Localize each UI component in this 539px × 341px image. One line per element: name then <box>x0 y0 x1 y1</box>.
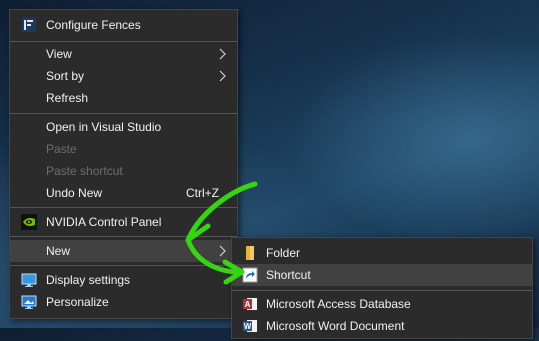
menu-label: View <box>46 47 72 61</box>
desktop-context-menu: Configure Fences View Sort by Refresh Op… <box>9 9 238 319</box>
menu-label: Refresh <box>46 91 89 105</box>
chevron-right-icon <box>219 245 226 257</box>
submenu-item-word-document[interactable]: W Microsoft Word Document <box>232 315 532 337</box>
folder-icon <box>242 245 258 261</box>
menu-label: Folder <box>266 246 301 260</box>
keyboard-shortcut: Ctrl+Z <box>186 186 219 200</box>
shortcut-icon <box>242 267 258 283</box>
svg-text:A: A <box>245 300 251 309</box>
menu-label: Microsoft Access Database <box>266 297 411 311</box>
menu-separator <box>232 290 532 291</box>
menu-item-view[interactable]: View <box>10 43 237 65</box>
new-submenu: Folder Shortcut A Microsoft Access Datab… <box>231 237 533 339</box>
word-icon: W <box>242 318 258 334</box>
menu-separator <box>10 265 237 266</box>
menu-item-personalize[interactable]: Personalize <box>10 291 237 313</box>
menu-separator <box>10 113 237 114</box>
chevron-right-icon <box>219 70 226 82</box>
menu-item-sort-by[interactable]: Sort by <box>10 65 237 87</box>
menu-label: Paste shortcut <box>46 164 123 178</box>
submenu-item-folder[interactable]: Folder <box>232 242 532 264</box>
menu-item-paste: Paste <box>10 138 237 160</box>
menu-label: Open in Visual Studio <box>46 120 162 134</box>
menu-label: Display settings <box>46 273 131 287</box>
menu-label: NVIDIA Control Panel <box>46 215 162 229</box>
menu-item-paste-shortcut: Paste shortcut <box>10 160 237 182</box>
menu-label: Shortcut <box>266 268 311 282</box>
nvidia-icon <box>21 214 37 230</box>
display-settings-icon <box>21 272 37 288</box>
menu-separator <box>10 41 237 42</box>
menu-separator <box>10 207 237 208</box>
menu-label: Configure Fences <box>46 18 141 32</box>
chevron-right-icon <box>219 48 226 60</box>
menu-item-nvidia-control-panel[interactable]: NVIDIA Control Panel <box>10 211 237 233</box>
menu-label: Sort by <box>46 69 85 83</box>
menu-item-undo-new[interactable]: Undo New Ctrl+Z <box>10 182 237 204</box>
menu-separator <box>10 236 237 237</box>
menu-item-refresh[interactable]: Refresh <box>10 87 237 109</box>
menu-label: New <box>46 244 71 258</box>
menu-label: Undo New <box>46 186 103 200</box>
access-icon: A <box>242 296 258 312</box>
personalize-icon <box>21 294 37 310</box>
menu-item-configure-fences[interactable]: Configure Fences <box>10 14 237 36</box>
menu-item-open-in-visual-studio[interactable]: Open in Visual Studio <box>10 116 237 138</box>
menu-label: Paste <box>46 142 77 156</box>
menu-item-display-settings[interactable]: Display settings <box>10 269 237 291</box>
svg-text:W: W <box>244 322 252 331</box>
fences-icon <box>21 17 37 33</box>
menu-label: Personalize <box>46 295 109 309</box>
submenu-item-access-database[interactable]: A Microsoft Access Database <box>232 293 532 315</box>
submenu-item-shortcut[interactable]: Shortcut <box>232 264 532 286</box>
menu-item-new[interactable]: New <box>10 240 237 262</box>
menu-label: Microsoft Word Document <box>266 319 405 333</box>
